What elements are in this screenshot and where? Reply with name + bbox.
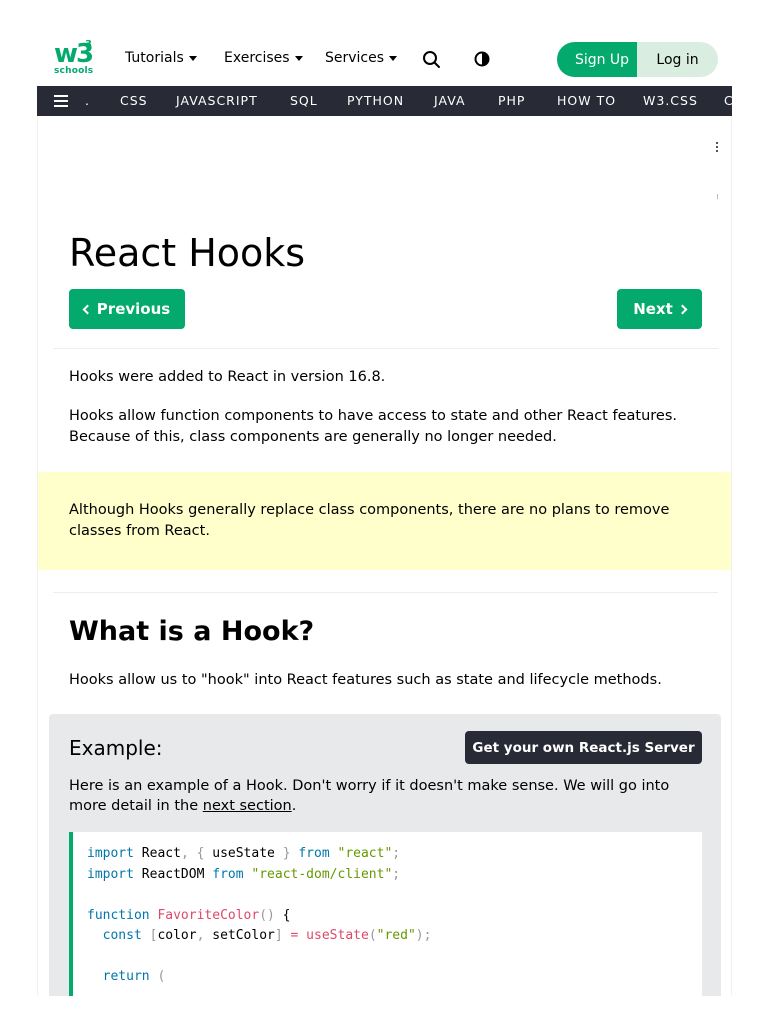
topic-nav-php[interactable]: PHP: [498, 93, 525, 108]
intro-paragraph-2: Hooks allow function components to have …: [69, 408, 677, 445]
tutorials-menu[interactable]: Tutorials: [125, 50, 197, 66]
topic-nav-python[interactable]: PYTHON: [347, 93, 404, 108]
page-title: React Hooks: [69, 231, 306, 275]
next-section-link[interactable]: next section: [203, 798, 292, 814]
note-text: Although Hooks generally replace class c…: [69, 502, 670, 539]
exercises-menu[interactable]: Exercises: [224, 50, 303, 66]
divider: [53, 592, 718, 593]
caret-down-icon: [294, 55, 303, 61]
caret-down-icon: [389, 55, 398, 61]
topic-nav-css[interactable]: CSS: [120, 93, 148, 108]
theme-toggle-icon[interactable]: [471, 49, 493, 71]
main-content: React Hooks Previous Next Hooks were add…: [37, 116, 732, 996]
log-in-button[interactable]: Log in: [637, 42, 718, 77]
example-title: Example:: [69, 736, 163, 760]
topic-nav-sql[interactable]: SQL: [290, 93, 318, 108]
topic-nav-w3css[interactable]: W3.CSS: [643, 93, 698, 108]
top-header: w3 3 schools Tutorials Exercises Service…: [37, 32, 732, 86]
note-box: Although Hooks generally replace class c…: [38, 472, 731, 570]
topic-nav: . CSS JAVASCRIPT SQL PYTHON JAVA PHP HOW…: [37, 86, 732, 116]
more-options-icon[interactable]: [716, 142, 720, 156]
ad-placeholder-mark: [717, 194, 718, 199]
services-menu[interactable]: Services: [325, 50, 398, 66]
caret-down-icon: [188, 55, 197, 61]
divider: [53, 348, 718, 349]
section-title: What is a Hook?: [69, 616, 315, 647]
menu-icon[interactable]: [54, 95, 68, 107]
sign-up-button[interactable]: Sign Up: [557, 42, 647, 77]
code-block[interactable]: import React, { useState } from "react";…: [69, 832, 702, 996]
example-box: Example: Get your own React.js Server He…: [49, 714, 721, 996]
topic-nav-item[interactable]: .: [85, 93, 90, 108]
next-button[interactable]: Next: [617, 289, 702, 329]
example-text: Here is an example of a Hook. Don't worr…: [69, 778, 670, 814]
w3schools-logo[interactable]: w3 3 schools: [54, 39, 94, 77]
section-paragraph: Hooks allow us to "hook" into React feat…: [69, 672, 662, 688]
previous-button[interactable]: Previous: [69, 289, 185, 329]
chevron-right-icon: [677, 304, 688, 314]
topic-nav-howto[interactable]: HOW TO: [557, 93, 616, 108]
topic-nav-javascript[interactable]: JAVASCRIPT: [176, 93, 258, 108]
intro-paragraph: Hooks were added to React in version 16.…: [69, 369, 386, 385]
topic-nav-more[interactable]: C: [724, 93, 732, 108]
search-icon[interactable]: [421, 49, 443, 71]
topic-nav-java[interactable]: JAVA: [434, 93, 466, 108]
get-server-button[interactable]: Get your own React.js Server: [465, 731, 702, 764]
chevron-left-icon: [82, 304, 93, 314]
